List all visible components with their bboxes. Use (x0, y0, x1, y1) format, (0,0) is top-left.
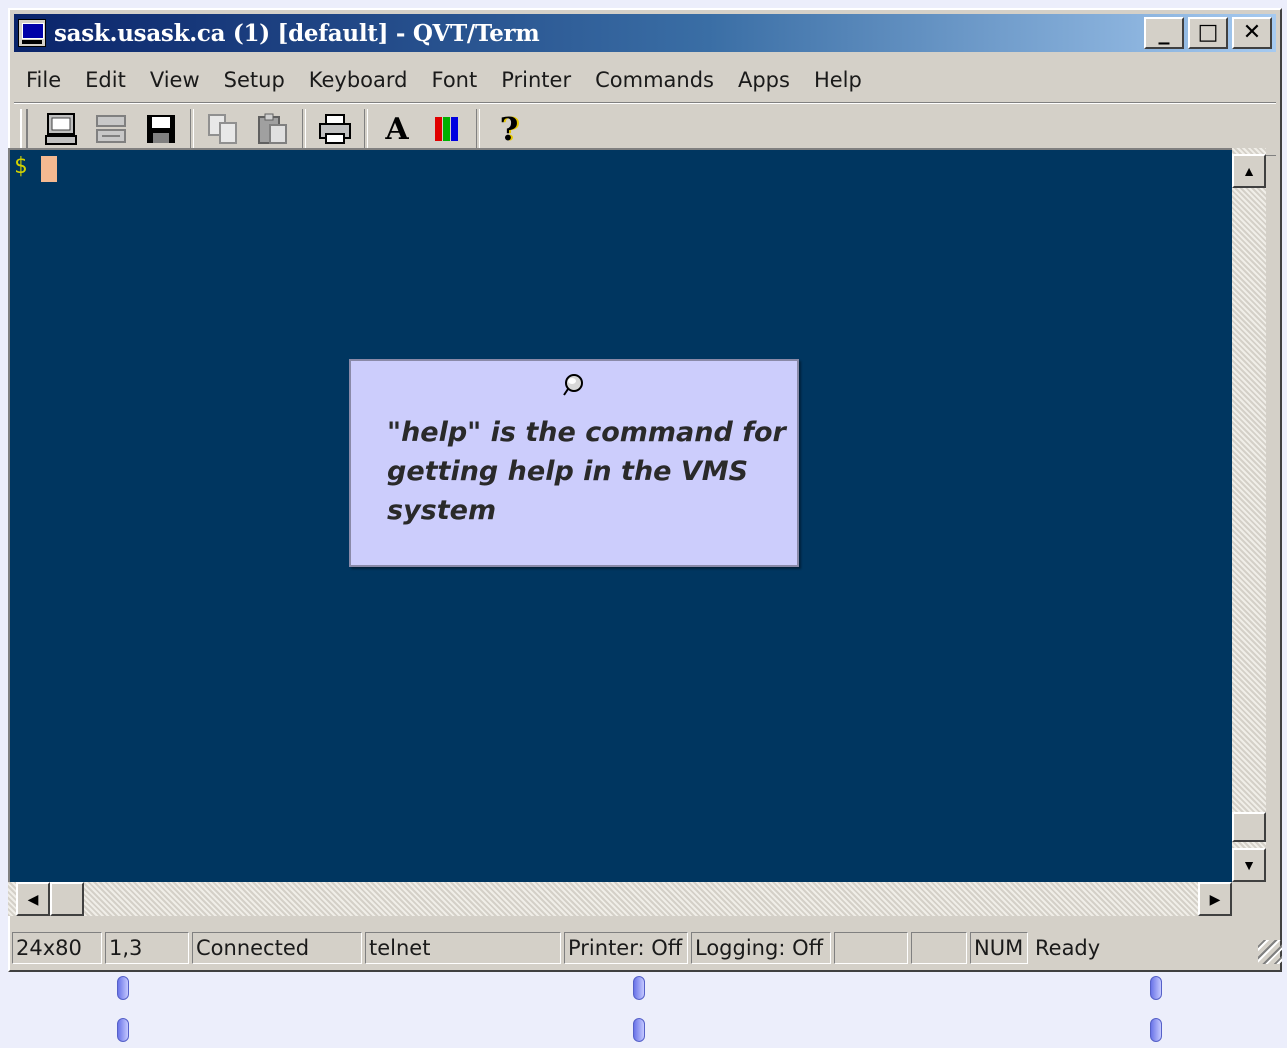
help-icon-label: ? (499, 110, 519, 148)
callout-text: "help" is the command for getting help i… (387, 417, 786, 526)
toolbar-grip[interactable] (20, 109, 28, 149)
terminal-prompt: $ (14, 154, 28, 179)
help-callout: "help" is the command for getting help i… (349, 359, 799, 567)
scroll-down-button[interactable]: ▼ (1232, 848, 1266, 882)
status-bar: 24x80 1,3 Connected telnet Printer: Off … (12, 930, 1282, 966)
binder-ring (117, 976, 129, 1000)
binder-ring (1150, 976, 1162, 1000)
help-icon[interactable]: ? (488, 108, 530, 150)
colors-icon[interactable] (426, 108, 468, 150)
menu-setup[interactable]: Setup (212, 68, 297, 92)
status-ready: Ready (1035, 936, 1101, 960)
title-bar[interactable]: sask.usask.ca (1) [default] - QVT/Term _… (14, 14, 1276, 52)
status-cursor-position: 1,3 (105, 932, 189, 964)
binder-ring (1150, 1018, 1162, 1042)
toolbar-separator (190, 109, 194, 149)
menu-bar: File Edit View Setup Keyboard Font Print… (14, 60, 1276, 100)
toolbar-separator (302, 109, 306, 149)
resize-grip-icon[interactable] (1258, 940, 1282, 964)
vertical-scrollbar[interactable]: ▲ ▼ (1232, 148, 1266, 882)
page-background (0, 972, 1287, 1048)
app-terminal-icon[interactable] (18, 19, 46, 47)
status-connection: Connected (192, 932, 362, 964)
terminal-icon[interactable] (40, 108, 82, 150)
paste-icon[interactable] (252, 108, 294, 150)
window-title: sask.usask.ca (1) [default] - QVT/Term (54, 19, 540, 47)
vertical-scroll-thumb[interactable] (1232, 812, 1266, 842)
copy-icon[interactable] (202, 108, 244, 150)
print-icon[interactable] (314, 108, 356, 150)
font-icon-label: A (385, 111, 409, 147)
status-printer: Printer: Off (564, 932, 688, 964)
window-controls: _ □ ✕ (1144, 17, 1272, 49)
menu-help[interactable]: Help (802, 68, 874, 92)
menu-printer[interactable]: Printer (489, 68, 583, 92)
menu-apps[interactable]: Apps (726, 68, 802, 92)
scroll-left-button[interactable]: ◀ (16, 882, 50, 916)
menu-edit[interactable]: Edit (73, 68, 138, 92)
menu-file[interactable]: File (14, 68, 73, 92)
status-size: 24x80 (12, 932, 102, 964)
status-protocol: telnet (365, 932, 561, 964)
menu-keyboard[interactable]: Keyboard (297, 68, 420, 92)
maximize-button[interactable]: □ (1188, 17, 1228, 49)
status-logging: Logging: Off (691, 932, 831, 964)
minimize-button[interactable]: _ (1144, 17, 1184, 49)
close-button[interactable]: ✕ (1232, 17, 1272, 49)
horizontal-scroll-thumb[interactable] (50, 882, 84, 916)
keyboard-icon[interactable] (90, 108, 132, 150)
font-icon[interactable]: A (376, 108, 418, 150)
scrollbar-corner (1232, 882, 1266, 916)
pushpin-icon (563, 374, 583, 396)
status-num-lock: NUM (970, 932, 1028, 964)
toolbar-separator (476, 109, 480, 149)
binder-ring (633, 1018, 645, 1042)
horizontal-scrollbar[interactable]: ◀ ▶ (8, 882, 1232, 916)
status-blank-2 (911, 932, 967, 964)
binder-ring (117, 1018, 129, 1042)
scroll-up-button[interactable]: ▲ (1232, 154, 1266, 188)
menu-commands[interactable]: Commands (583, 68, 726, 92)
binder-ring (633, 976, 645, 1000)
menu-view[interactable]: View (138, 68, 212, 92)
terminal-cursor (41, 156, 57, 182)
status-blank-1 (834, 932, 908, 964)
scroll-right-button[interactable]: ▶ (1198, 882, 1232, 916)
menu-font[interactable]: Font (420, 68, 490, 92)
save-icon[interactable] (140, 108, 182, 150)
toolbar-separator (364, 109, 368, 149)
